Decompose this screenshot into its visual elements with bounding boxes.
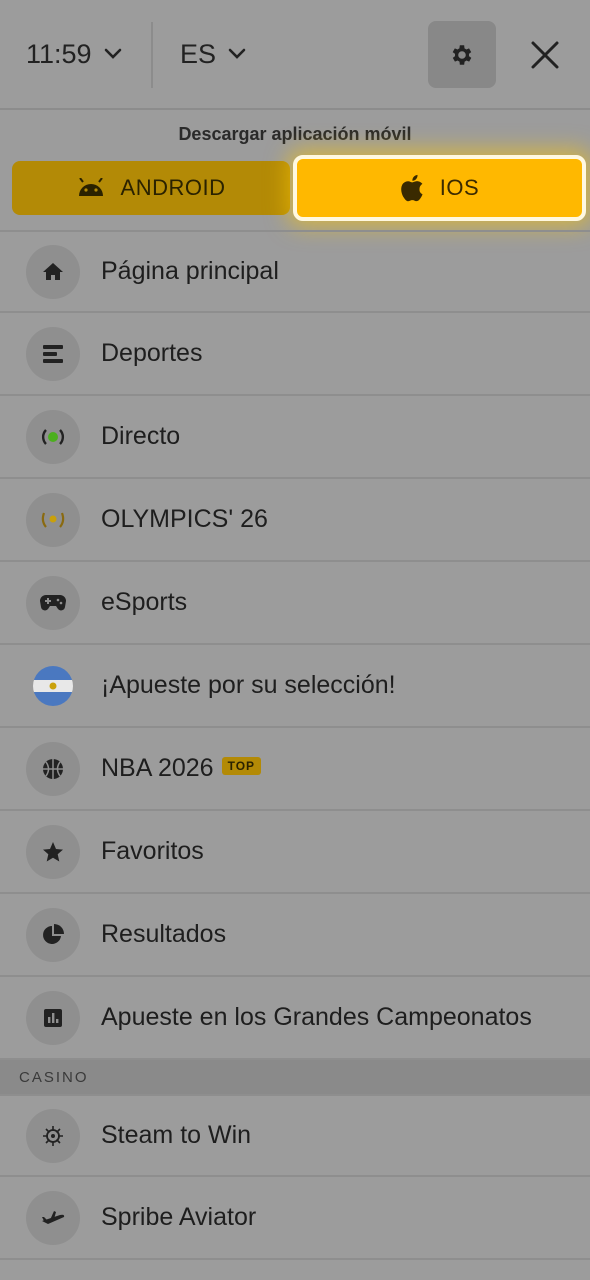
menu-item-home[interactable]: Página principal [0,230,590,313]
android-icon [78,178,103,196]
nba-label: NBA 2026 [101,754,214,782]
menu-item-live[interactable]: Directo [0,396,590,479]
menu-item-label: NBA 2026 TOP [101,754,262,783]
divider [151,22,153,88]
pie-chart-icon [26,907,80,962]
menu-item-olympics[interactable]: OLYMPICS' 26 [0,479,590,562]
menu-item-label: OLYMPICS' 26 [101,505,268,533]
menu-item-label: Resultados [101,920,227,948]
download-ios-button[interactable]: IOS [293,155,586,221]
menu-item-championships[interactable]: Apueste en los Grandes Campeonatos [0,977,590,1060]
star-icon [26,824,80,879]
language-label: ES [180,38,217,69]
menu-item-national-team[interactable]: ¡Apueste por su selección! [0,645,590,728]
menu-item-label: Spribe Aviator [101,1203,257,1231]
menu-item-label: eSports [101,588,188,616]
menu-item-label: Apueste en los Grandes Campeonatos [101,1003,532,1031]
menu-item-nba[interactable]: NBA 2026 TOP [0,728,590,811]
menu-item-steam-to-win[interactable]: Steam to Win [0,1094,590,1177]
menu-item-label: ¡Apueste por su selección! [101,671,396,699]
android-label: ANDROID [120,175,226,200]
settings-button[interactable] [428,21,496,88]
top-badge: TOP [221,757,262,776]
menu-item-label: Directo [101,422,181,450]
top-bar: 11:59 ES [0,0,590,110]
menu-item-spribe-aviator[interactable]: Spribe Aviator [0,1177,590,1260]
live-icon [26,409,80,464]
plane-icon [26,1190,80,1245]
chevron-down-icon [104,48,121,59]
time-label: 11:59 [26,38,92,69]
sports-list-icon [26,326,80,381]
gear-icon [452,44,472,65]
menu-item-label: Favoritos [101,837,204,865]
menu-item-label: Deportes [101,339,203,367]
menu-item-label: Steam to Win [101,1121,252,1149]
chevron-down-icon [228,48,246,59]
basketball-icon [26,741,80,796]
gamepad-icon [26,575,80,630]
download-app-title: Descargar aplicación móvil [178,124,412,144]
menu-item-favorites[interactable]: Favoritos [0,811,590,894]
time-selector[interactable]: 11:59 [26,34,122,74]
home-icon [26,244,80,299]
language-selector[interactable]: ES [180,34,246,74]
laurel-icon [26,492,80,547]
ios-label: IOS [439,175,480,200]
menu-item-sports[interactable]: Deportes [0,313,590,396]
casino-menu: Steam to Win Spribe Aviator [0,1094,590,1260]
compass-icon [26,1108,80,1163]
menu-item-esports[interactable]: eSports [0,562,590,645]
main-menu: Página principal Deportes Directo OLYMPI… [0,230,590,1060]
download-android-button[interactable]: ANDROID [12,161,290,215]
bar-chart-icon [26,990,80,1045]
apple-icon [401,174,423,202]
menu-item-label: Página principal [101,257,279,285]
close-icon [531,41,559,69]
menu-item-results[interactable]: Resultados [0,894,590,977]
casino-section-header: CASINO [0,1060,590,1094]
close-button[interactable] [520,30,570,80]
argentina-flag-icon [26,659,80,713]
